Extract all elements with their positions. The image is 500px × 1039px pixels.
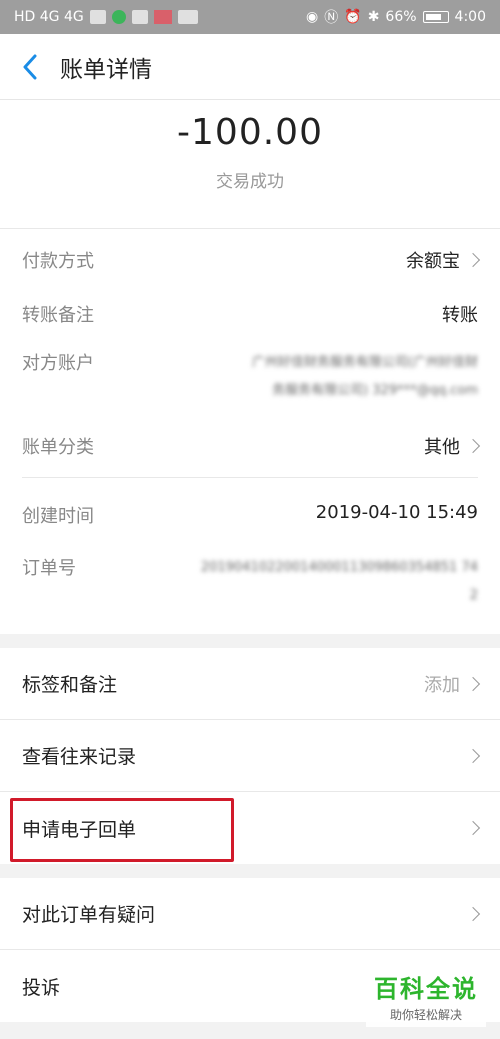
order-number-row: 订单号 2019041022001400011309860354851 74 2 [22, 540, 478, 634]
transfer-note-row: 转账备注 转账 [22, 287, 478, 339]
nav-bar: 账单详情 [0, 34, 500, 100]
back-button[interactable] [0, 34, 60, 100]
chevron-right-icon [465, 252, 481, 268]
chevron-right-icon [465, 906, 481, 921]
bluetooth-icon: ✱ [367, 9, 380, 25]
tags-and-notes-item[interactable]: 标签和备注 添加 [0, 648, 500, 720]
chevron-right-icon [465, 676, 481, 691]
transaction-amount: -100.00 [177, 112, 323, 153]
highlight-box [10, 798, 234, 862]
payment-method-label: 付款方式 [22, 251, 94, 272]
complaint-label: 投诉 [22, 976, 61, 999]
notification-icon [177, 10, 198, 24]
created-time-value: 2019-04-10 15:49 [315, 502, 478, 523]
wifi-icon [89, 10, 106, 24]
category-value: 其他 [424, 437, 460, 458]
view-records-item[interactable]: 查看往来记录 [0, 720, 500, 792]
battery-icon [422, 11, 449, 23]
payment-method-value: 余额宝 [406, 251, 460, 272]
clock: 4:00 [454, 9, 486, 25]
order-question-item[interactable]: 对此订单有疑问 [0, 878, 500, 950]
created-time-row: 创建时间 2019-04-10 15:49 [22, 478, 478, 540]
order-question-label: 对此订单有疑问 [22, 904, 156, 926]
bill-details: 付款方式 余额宝 转账备注 转账 对方账户 广州好佳财务服务有限公司(广州好佳财… [0, 228, 500, 634]
counterparty-row: 对方账户 广州好佳财务服务有限公司(广州好佳财 务服务有限公司) 329***@… [22, 339, 478, 421]
status-bar: HD 4G 4G ◉ Ⓝ ⏰ ✱ 66% 4:00 [0, 0, 500, 34]
created-time-label: 创建时间 [22, 506, 94, 527]
chevron-right-icon [465, 438, 481, 454]
transaction-status: 交易成功 [216, 172, 284, 192]
nfc-icon: Ⓝ [324, 10, 339, 26]
order-number-line1: 2019041022001400011309860354851 74 [200, 560, 478, 575]
chevron-right-icon [465, 748, 481, 763]
battery-percent: 66% [385, 9, 417, 25]
amount-card: -100.00 交易成功 [0, 100, 500, 228]
page-title: 账单详情 [60, 56, 152, 83]
back-arrow-icon [23, 54, 37, 79]
app-notification-icon [111, 10, 126, 24]
view-records-label: 查看往来记录 [22, 746, 137, 768]
notification-icon [131, 10, 148, 24]
category-label: 账单分类 [22, 437, 94, 458]
order-number-value: 2019041022001400011309860354851 74 2 [201, 554, 478, 610]
add-text: 添加 [424, 674, 460, 696]
watermark-title: 百科全说 [374, 975, 478, 1003]
order-number-label: 订单号 [22, 558, 76, 579]
watermark: 百科全说 助你轻松解决 [366, 965, 486, 1027]
signal-text: HD 4G 4G [14, 9, 84, 25]
notification-icon [153, 10, 172, 24]
eye-icon: ◉ [306, 9, 319, 25]
counterparty-label: 对方账户 [22, 353, 94, 374]
watermark-subtitle: 助你轻松解决 [389, 1008, 462, 1022]
tags-and-notes-label: 标签和备注 [22, 674, 118, 696]
counterparty-value-line1: 广州好佳财务服务有限公司(广州好佳财 [251, 355, 478, 370]
chevron-right-icon [465, 820, 481, 836]
counterparty-value: 广州好佳财务服务有限公司(广州好佳财 务服务有限公司) 329***@qq.co… [252, 349, 478, 405]
transfer-note-value: 转账 [442, 305, 478, 326]
alarm-icon: ⏰ [344, 9, 362, 25]
order-number-line2: 2 [469, 588, 478, 603]
category-row[interactable]: 账单分类 其他 [22, 421, 481, 477]
status-bar-left: HD 4G 4G [14, 9, 198, 25]
status-bar-right: ◉ Ⓝ ⏰ ✱ 66% 4:00 [306, 7, 486, 27]
transfer-note-label: 转账备注 [22, 305, 94, 326]
payment-method-row[interactable]: 付款方式 余额宝 [22, 229, 481, 287]
counterparty-value-line2: 务服务有限公司) 329***@qq.com [272, 383, 478, 398]
